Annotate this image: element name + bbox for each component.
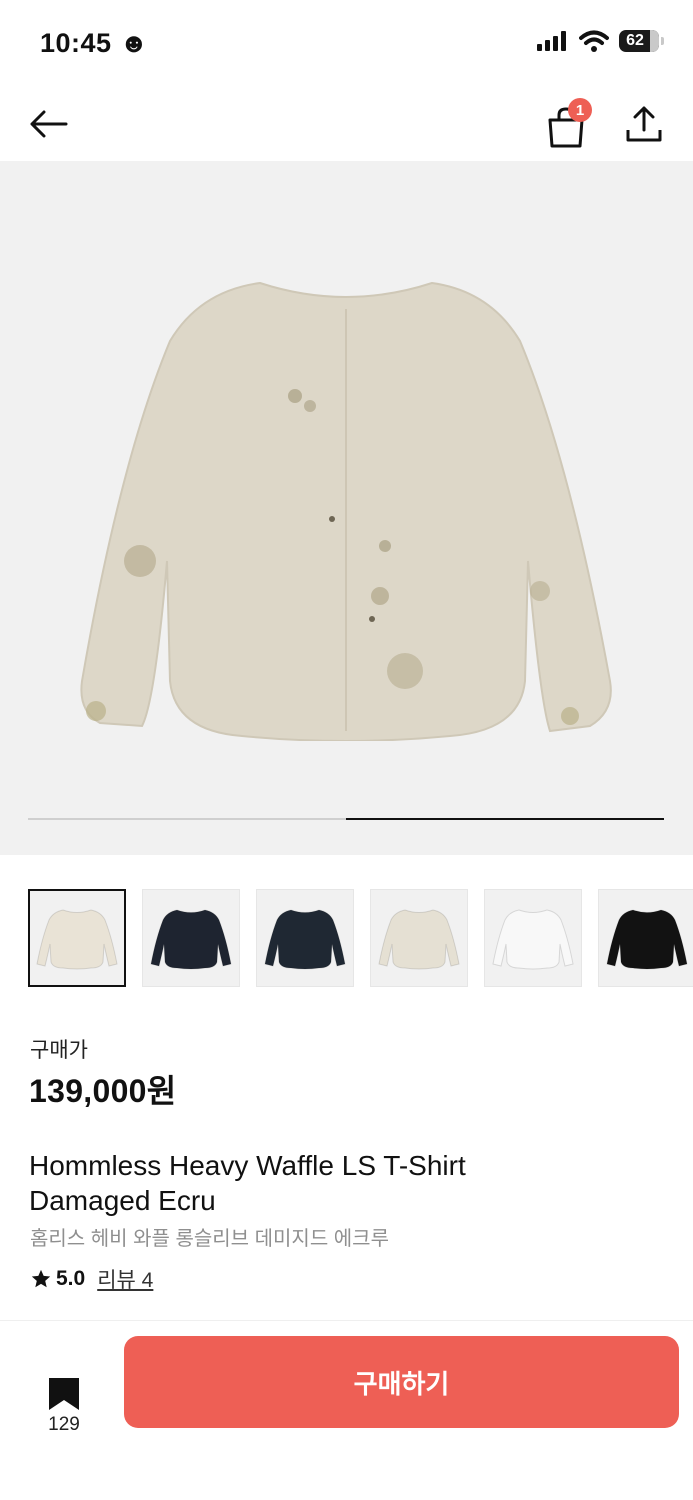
cart-button[interactable]: 1: [542, 98, 592, 148]
signal-icon: [537, 31, 566, 51]
cart-count-badge: 1: [568, 98, 592, 122]
thumbnail-3[interactable]: [256, 889, 354, 987]
thumbnail-2[interactable]: [142, 889, 240, 987]
share-icon: [626, 106, 662, 142]
price-label: 구매가: [30, 1039, 88, 1062]
thumbnail-shirt-image: [492, 909, 574, 970]
battery-level: 62: [626, 32, 644, 49]
bookmark-count: 129: [48, 1414, 80, 1435]
product-name-korean: 홈리스 헤비 와플 롱슬리브 데미지드 에크루: [30, 1228, 389, 1250]
product-name: Hommless Heavy Waffle LS T-Shirt Damaged…: [29, 1148, 629, 1218]
image-progress-fill: [346, 818, 664, 820]
thumbnail-6[interactable]: [598, 889, 693, 987]
rating-row: 5.0 리뷰 4: [30, 1264, 153, 1294]
arrow-left-icon: [30, 110, 68, 138]
bookmark-icon: [49, 1378, 79, 1410]
time-text: 10:45: [40, 28, 112, 58]
status-icons: 62: [537, 30, 664, 52]
status-bar: 10:45 ☻ 62: [0, 0, 693, 88]
thumbnail-shirt-image: [378, 909, 460, 970]
star-icon: [31, 1269, 51, 1288]
product-image-carousel[interactable]: [0, 161, 693, 855]
product-name-line2: Damaged Ecru: [29, 1185, 216, 1216]
product-image: [80, 281, 612, 741]
buy-button[interactable]: 구매하기: [124, 1336, 679, 1428]
nav-bar: 1: [0, 88, 693, 160]
thumbnail-strip[interactable]: [28, 889, 693, 989]
image-progress-track: [28, 818, 664, 820]
status-time: 10:45 ☻: [40, 28, 148, 59]
bookmark-button[interactable]: 129: [40, 1376, 88, 1446]
thumbnail-shirt-image: [150, 909, 232, 970]
share-button[interactable]: [620, 100, 668, 148]
thumbnail-1[interactable]: [28, 889, 126, 987]
rating-value: 5.0: [56, 1267, 86, 1290]
smiley-icon: ☻: [119, 28, 149, 58]
thumbnail-shirt-image: [264, 909, 346, 970]
bottom-divider: [0, 1320, 693, 1321]
review-link[interactable]: 리뷰 4: [97, 1264, 153, 1294]
price: 139,000원: [29, 1073, 177, 1109]
battery-icon: 62: [619, 30, 664, 52]
wifi-icon: [579, 30, 609, 52]
thumbnail-5[interactable]: [484, 889, 582, 987]
thumbnail-4[interactable]: [370, 889, 468, 987]
thumbnail-shirt-image: [606, 909, 688, 970]
product-name-line1: Hommless Heavy Waffle LS T-Shirt: [29, 1150, 466, 1181]
back-button[interactable]: [24, 100, 72, 148]
thumbnail-shirt-image: [36, 909, 118, 970]
